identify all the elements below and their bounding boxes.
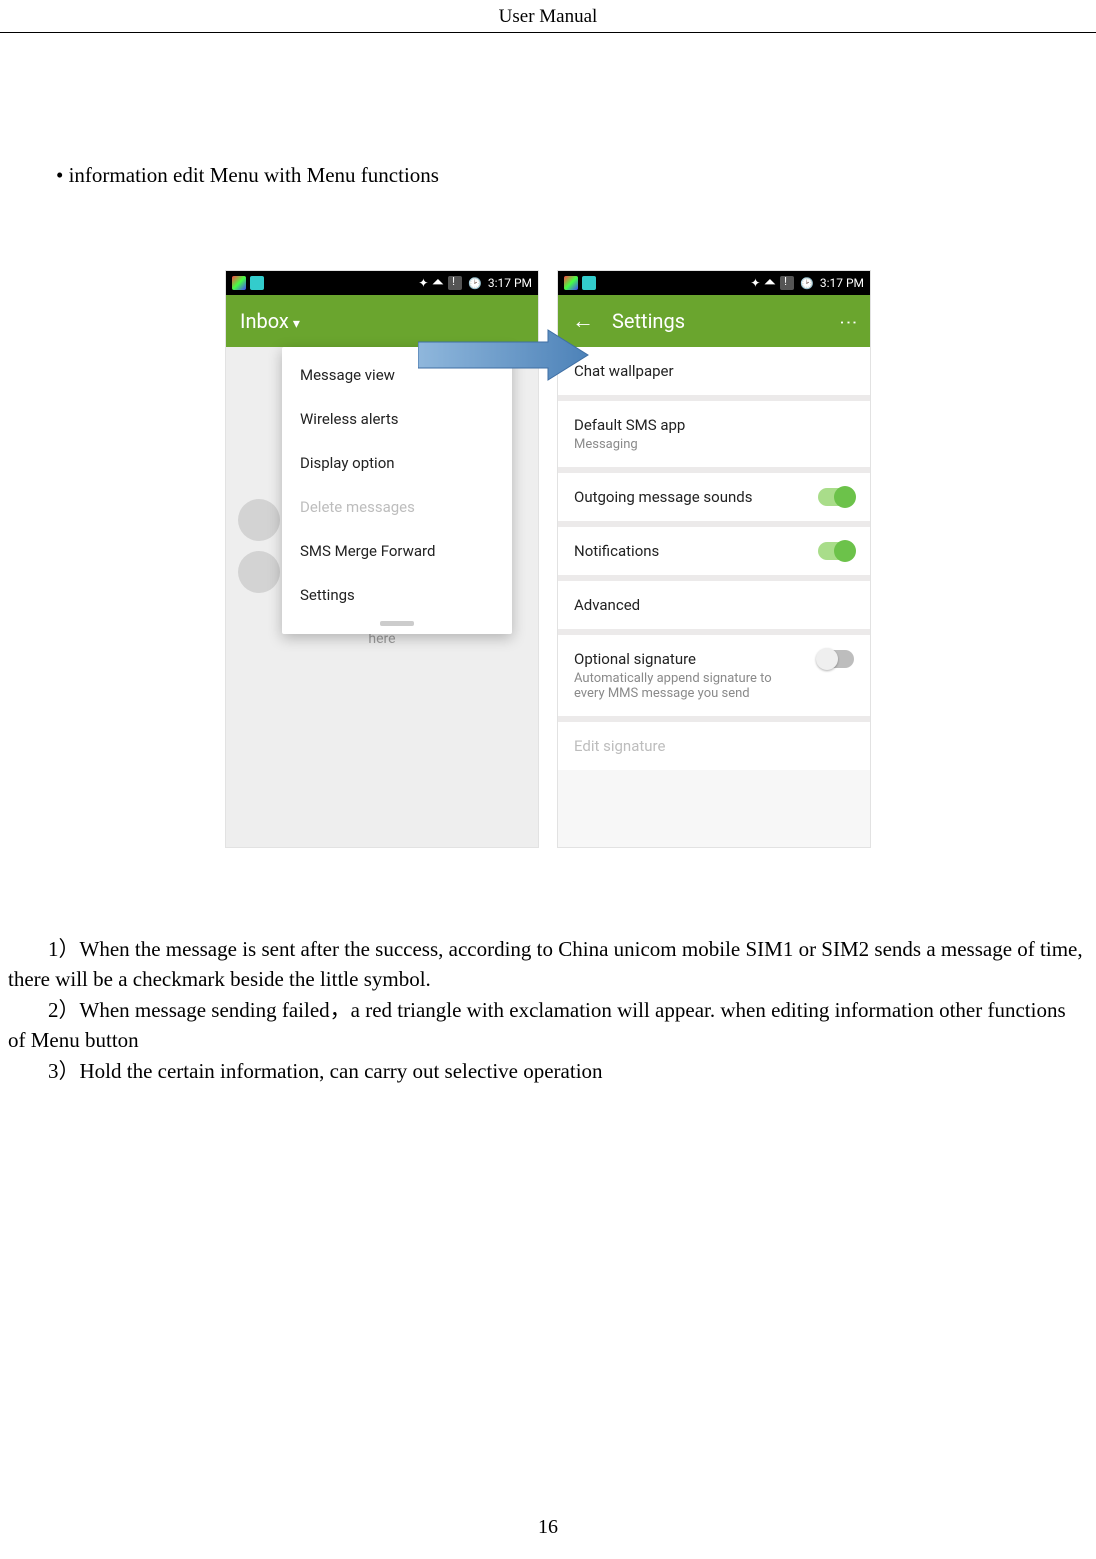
arrow-icon [418,328,590,382]
setting-label: Notifications [574,542,659,560]
toggle-on-icon[interactable] [818,488,854,506]
avatar-placeholder [238,551,280,593]
setting-label: Outgoing message sounds [574,488,752,506]
menu-sms-merge-forward[interactable]: SMS Merge Forward [282,529,512,573]
menu-display-option[interactable]: Display option [282,441,512,485]
menu-delete-messages: Delete messages [282,485,512,529]
menu-drag-handle[interactable] [380,621,414,626]
body-paragraphs: 1）When the message is sent after the suc… [8,934,1088,1086]
setting-notifications[interactable]: Notifications [558,527,870,575]
status-time: 3:17 PM [820,276,864,290]
paragraph-2: 2）When message sending failed，a red tria… [8,995,1088,1056]
page-number: 16 [0,1516,1096,1539]
setting-label: Edit signature [574,737,665,755]
sim-icon [780,276,794,290]
setting-label: Default SMS app [574,416,854,434]
settings-title: Settings [612,309,840,333]
setting-subtext: Automatically append signature to every … [574,671,774,701]
toggle-off-icon[interactable] [818,650,854,668]
status-bar-left: 3:17 PM [226,271,538,295]
app-icon [564,276,578,290]
toggle-on-icon[interactable] [818,542,854,560]
inbox-context-menu: Message view Wireless alerts Display opt… [282,347,512,634]
status-bar-right: 3:17 PM [558,271,870,295]
setting-default-sms[interactable]: Default SMS app Messaging [558,401,870,467]
wifi-icon [766,276,774,290]
setting-optional-signature[interactable]: Optional signature Automatically append … [558,635,870,716]
avatar-placeholder [238,499,280,541]
wifi-icon [434,276,442,290]
inbox-body: You'll see the messages listed here Mess… [226,347,538,847]
clock-icon [468,276,482,290]
settings-app-bar: Settings ⋮ [558,295,870,347]
app-icon [232,276,246,290]
settings-body: Chat wallpaper Default SMS app Messaging… [558,347,870,770]
screenshots-row: 3:17 PM Inbox You'll see the messages li… [8,270,1088,848]
overflow-icon[interactable]: ⋮ [838,313,859,329]
setting-label: Optional signature [574,650,818,668]
bluetooth-icon [750,276,760,290]
header-title: User Manual [499,6,598,27]
doc-header: User Manual [0,0,1096,28]
notification-icon [250,276,264,290]
setting-advanced[interactable]: Advanced [558,581,870,629]
notification-icon [582,276,596,290]
setting-label: Advanced [574,596,640,614]
phone-settings: 3:17 PM Settings ⋮ Chat wallpaper Defaul… [557,270,871,848]
paragraph-3: 3）Hold the certain information, can carr… [8,1056,1088,1086]
sim-icon [448,276,462,290]
menu-settings[interactable]: Settings [282,573,512,617]
clock-icon [800,276,814,290]
bluetooth-icon [418,276,428,290]
setting-outgoing-sounds[interactable]: Outgoing message sounds [558,473,870,521]
setting-subtext: Messaging [574,437,854,452]
setting-chat-wallpaper[interactable]: Chat wallpaper [558,347,870,395]
paragraph-1: 1）When the message is sent after the suc… [8,934,1088,995]
setting-edit-signature: Edit signature [558,722,870,770]
intro-line: • information edit Menu with Menu functi… [56,163,1088,188]
menu-wireless-alerts[interactable]: Wireless alerts [282,397,512,441]
status-time: 3:17 PM [488,276,532,290]
header-rule [0,32,1096,33]
